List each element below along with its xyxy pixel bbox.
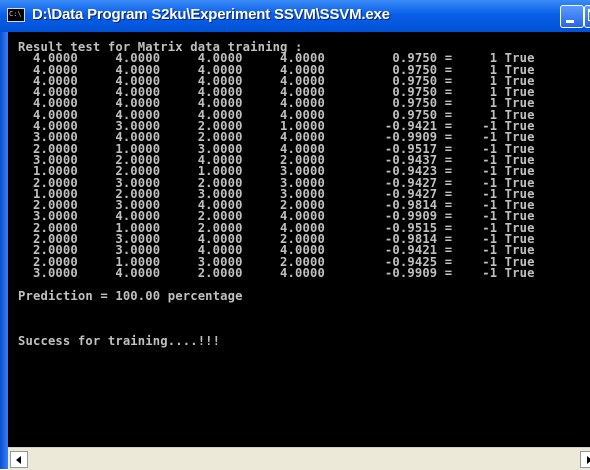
scroll-right-button[interactable] bbox=[580, 451, 590, 468]
console-app-icon[interactable]: C:\ bbox=[7, 8, 25, 22]
minimize-button[interactable] bbox=[560, 5, 584, 28]
window-frame-left bbox=[0, 32, 8, 469]
window-title: D:\Data Program S2ku\Experiment SSVM\SSV… bbox=[32, 6, 390, 23]
scroll-left-icon bbox=[16, 456, 21, 464]
horizontal-scrollbar[interactable] bbox=[8, 447, 590, 470]
app-icon-text: C:\ bbox=[9, 10, 22, 18]
minimize-icon bbox=[566, 20, 574, 23]
maximize-button[interactable] bbox=[584, 5, 590, 28]
scroll-left-button[interactable] bbox=[10, 451, 28, 468]
console-output-area[interactable]: Result test for Matrix data training : 4… bbox=[8, 32, 590, 447]
console-window: C:\ D:\Data Program S2ku\Experiment SSVM… bbox=[0, 0, 590, 470]
title-bar[interactable]: C:\ D:\Data Program S2ku\Experiment SSVM… bbox=[0, 0, 590, 32]
console-text: Result test for Matrix data training : 4… bbox=[18, 40, 535, 348]
